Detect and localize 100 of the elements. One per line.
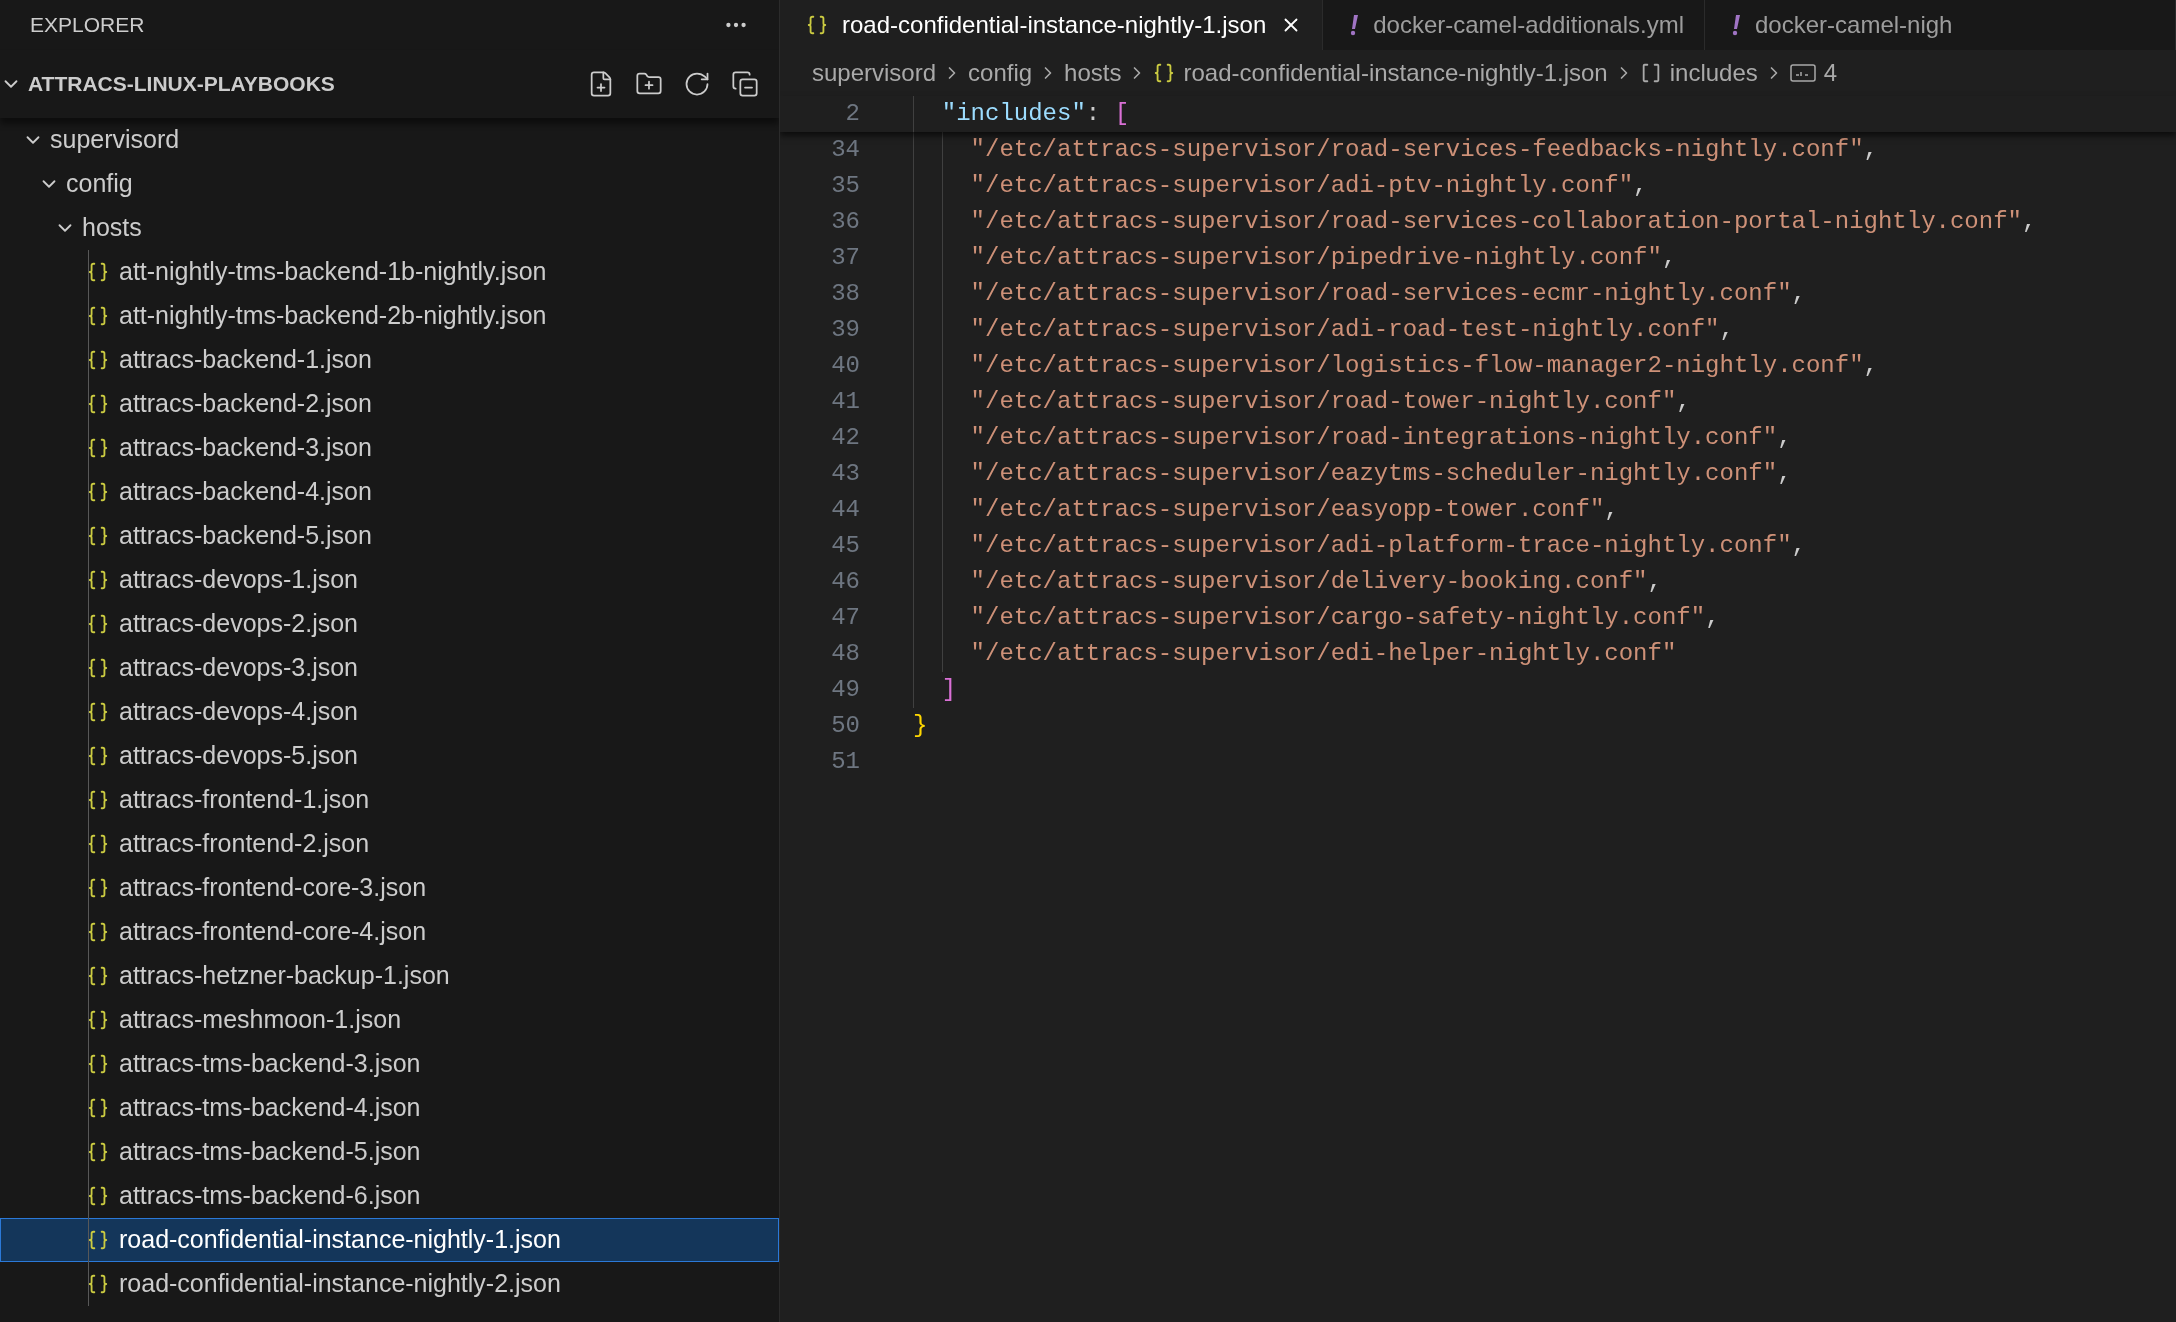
exclamation-icon <box>1731 14 1741 36</box>
code-token: , <box>1647 567 1662 597</box>
line-number: 43 <box>830 459 860 489</box>
code-token: , <box>1705 603 1720 633</box>
file-item[interactable]: road-confidential-instance-nightly-1.json <box>0 1218 779 1262</box>
code-token: "/etc/attracs-supervisor/adi-platform-trace-nightly.conf" <box>970 531 1792 561</box>
braces-icon <box>87 349 109 371</box>
braces-icon <box>87 745 109 767</box>
line-number: 35 <box>830 171 860 201</box>
editor-tab[interactable]: road-confidential-instance-nightly-1.json <box>780 0 1324 50</box>
breadcrumb-item[interactable]: includes <box>1639 55 1758 91</box>
braces-icon <box>87 525 109 547</box>
file-item[interactable]: attracs-backend-3.json <box>0 426 779 470</box>
braces-icon <box>87 261 109 283</box>
line-number: 49 <box>830 675 860 705</box>
file-item[interactable]: att-nightly-tms-backend-1b-nightly.json <box>0 250 779 294</box>
code-token: [ <box>1114 99 1130 129</box>
braces-icon <box>87 1273 109 1295</box>
braces-icon <box>87 1009 109 1031</box>
line-number: 46 <box>830 567 860 597</box>
braces-icon <box>87 1097 109 1119</box>
file-item[interactable]: attracs-backend-1.json <box>0 338 779 382</box>
line-number: 2 <box>844 99 860 129</box>
code-token: "/etc/attracs-supervisor/pipedrive-nightly.conf" <box>970 243 1662 273</box>
braces-icon <box>87 877 109 899</box>
code-token: "/etc/attracs-supervisor/road-services-feedbacks-nightly.conf" <box>970 135 1864 165</box>
file-item[interactable]: attracs-backend-2.json <box>0 382 779 426</box>
string-icon <box>1789 64 1816 82</box>
workspace-header[interactable]: ATTRACS-LINUX-PLAYBOOKS <box>0 68 335 100</box>
breadcrumb-item[interactable]: supervisord <box>812 55 937 91</box>
code-token: , <box>1863 351 1878 381</box>
code-token: "/etc/attracs-supervisor/delivery-booking.conf" <box>970 567 1648 597</box>
folder-item[interactable]: config <box>0 162 779 206</box>
code-token: ] <box>941 675 957 705</box>
code-token: , <box>1777 459 1792 489</box>
breadcrumb-item[interactable]: hosts <box>1064 55 1122 91</box>
code-token: "/etc/attracs-supervisor/adi-ptv-nightly.conf" <box>970 171 1634 201</box>
folder-item[interactable]: hosts <box>0 206 779 250</box>
braces-icon <box>87 437 109 459</box>
file-item[interactable]: attracs-frontend-core-3.json <box>0 866 779 910</box>
file-item[interactable]: attracs-devops-3.json <box>0 646 779 690</box>
braces-icon <box>87 569 109 591</box>
file-item[interactable]: attracs-hetzner-backup-1.json <box>0 954 779 998</box>
braces-icon <box>87 481 109 503</box>
file-item[interactable]: attracs-devops-2.json <box>0 602 779 646</box>
braces-icon <box>87 965 109 987</box>
code-token: "/etc/attracs-supervisor/cargo-safety-nightly.conf" <box>970 603 1706 633</box>
code-token: , <box>1777 423 1792 453</box>
panel-title: EXPLORER <box>30 12 145 39</box>
file-item[interactable]: attracs-devops-1.json <box>0 558 779 602</box>
file-item[interactable]: attracs-meshmoon-1.json <box>0 998 779 1042</box>
breadcrumb-item[interactable]: 4 <box>1789 55 1838 91</box>
code-token: "/etc/attracs-supervisor/road-integrations-nightly.conf" <box>970 423 1778 453</box>
file-item[interactable]: attracs-tms-backend-5.json <box>0 1130 779 1174</box>
braces-icon <box>87 833 109 855</box>
line-number: 34 <box>830 135 860 165</box>
file-item[interactable]: road-confidential-instance-nightly-2.json <box>0 1262 779 1306</box>
code-token: "/etc/attracs-supervisor/road-services-collaboration-portal-nightly.conf" <box>970 207 2022 237</box>
line-number: 36 <box>830 207 860 237</box>
braces-icon <box>806 14 828 36</box>
code-token: "includes" <box>941 99 1086 129</box>
collapse-all-icon[interactable] <box>731 70 759 98</box>
exclamation-icon <box>1349 14 1360 36</box>
file-item[interactable]: attracs-frontend-core-4.json <box>0 910 779 954</box>
file-item[interactable]: att-nightly-tms-backend-2b-nightly.json <box>0 294 779 338</box>
file-item[interactable]: attracs-tms-backend-4.json <box>0 1086 779 1130</box>
refresh-icon[interactable] <box>683 70 711 98</box>
file-item[interactable]: attracs-backend-5.json <box>0 514 779 558</box>
line-number: 40 <box>830 351 860 381</box>
code-token: "/etc/attracs-supervisor/road-tower-nightly.conf" <box>970 387 1677 417</box>
braces-icon <box>87 613 109 635</box>
code-token: } <box>913 711 928 741</box>
code-token: , <box>1863 135 1878 165</box>
code-token: , <box>2021 207 2037 237</box>
line-number: 45 <box>830 531 860 561</box>
line-number: 48 <box>830 639 860 669</box>
code-token: , <box>1791 531 1806 561</box>
folder-item[interactable]: supervisord <box>0 118 779 162</box>
line-number: 44 <box>830 495 860 525</box>
file-item[interactable]: attracs-tms-backend-3.json <box>0 1042 779 1086</box>
code-token: , <box>1719 315 1734 345</box>
file-item[interactable]: attracs-frontend-2.json <box>0 822 779 866</box>
braces-icon <box>87 1141 109 1163</box>
file-item[interactable]: attracs-tms-backend-6.json <box>0 1174 779 1218</box>
file-item[interactable]: attracs-devops-4.json <box>0 690 779 734</box>
code-token: "/etc/attracs-supervisor/easyopp-tower.conf" <box>970 495 1605 525</box>
code-token: , <box>1676 387 1691 417</box>
line-number: 38 <box>830 279 860 309</box>
file-item[interactable]: attracs-devops-5.json <box>0 734 779 778</box>
breadcrumb-item[interactable]: road-confidential-instance-nightly-1.json <box>1153 55 1608 91</box>
code-token: "/etc/attracs-supervisor/edi-helper-nightly.conf" <box>970 639 1677 669</box>
file-item[interactable]: attracs-backend-4.json <box>0 470 779 514</box>
file-item[interactable]: attracs-frontend-1.json <box>0 778 779 822</box>
line-number: 50 <box>830 711 860 741</box>
line-number: 37 <box>830 243 860 273</box>
code-token: , <box>1633 171 1648 201</box>
code-token: : <box>1085 99 1102 129</box>
breadcrumb-item[interactable]: config <box>968 55 1033 91</box>
code-token: "/etc/attracs-supervisor/logistics-flow-manager2-nightly.conf" <box>970 351 1864 381</box>
code-token: , <box>1604 495 1619 525</box>
